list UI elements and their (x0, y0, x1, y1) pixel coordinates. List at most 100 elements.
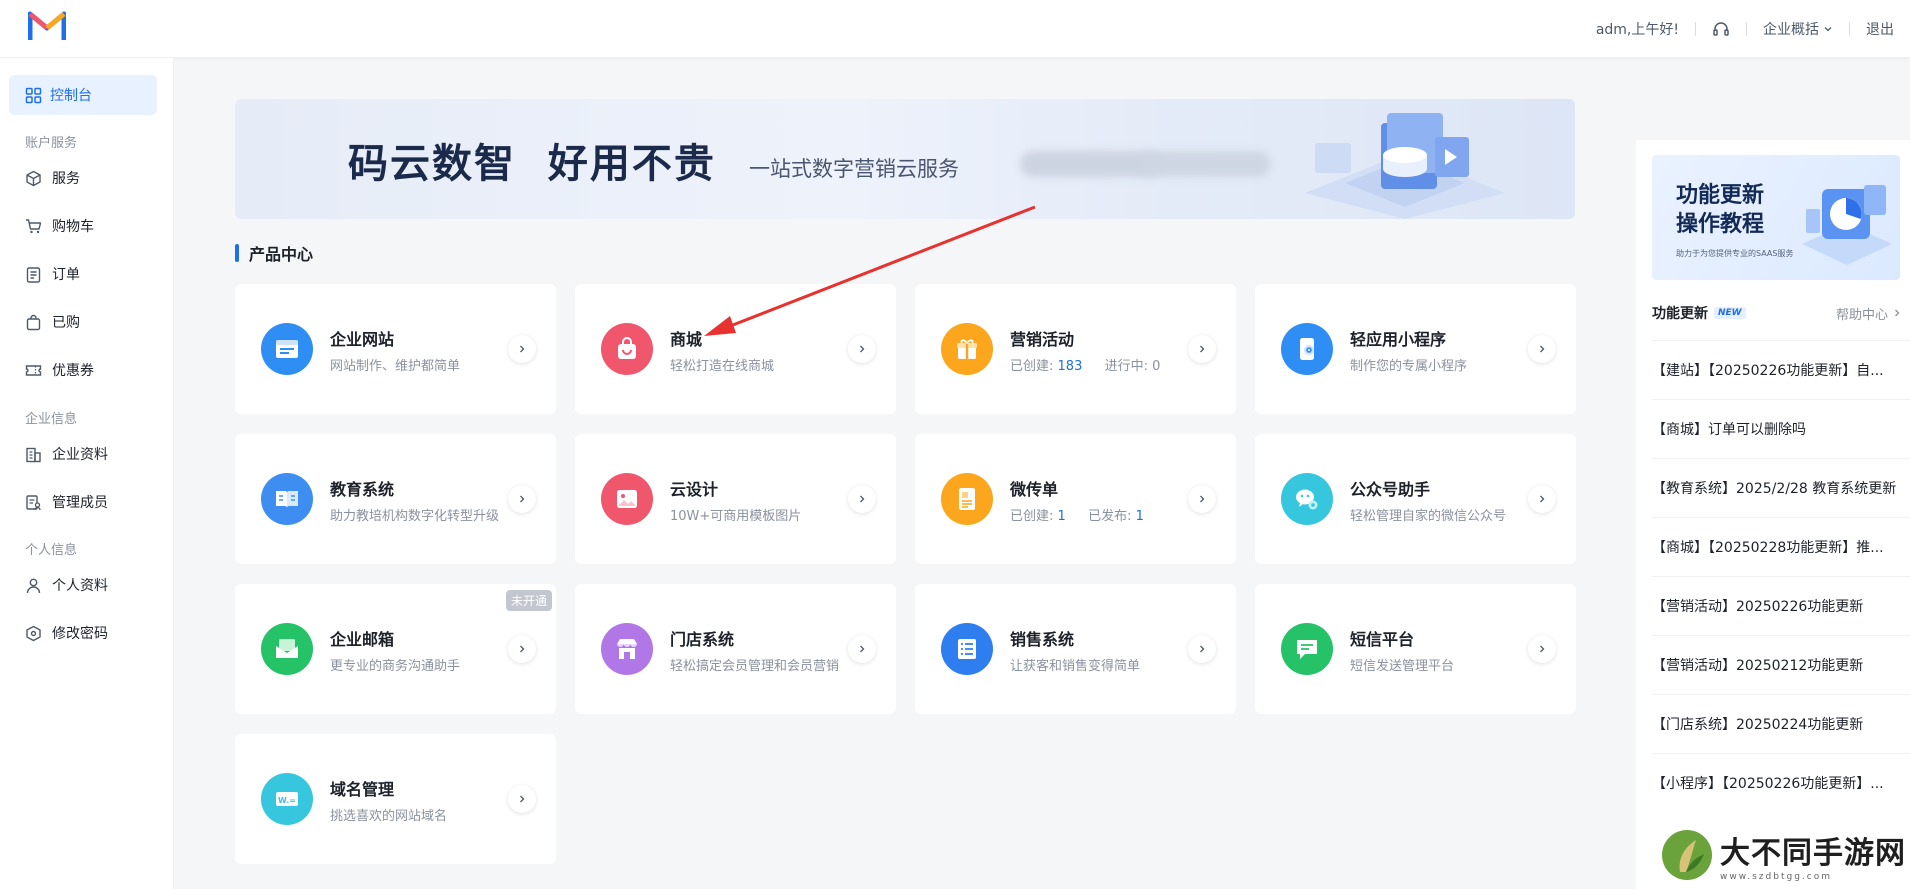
coupon-icon (25, 364, 42, 376)
tutorial-banner-subtitle: 助力于为您提供专业的SAAS服务 (1676, 249, 1794, 258)
product-card-flyer[interactable]: 微传单 已创建: 1 已发布: 1 (915, 434, 1236, 564)
chevron-right-icon[interactable] (508, 785, 536, 813)
top-header: adm,上午好! 企业概括 退出 (0, 0, 1910, 58)
domain-icon: W.= (261, 773, 313, 825)
help-center-label: 帮助中心 (1835, 307, 1888, 323)
members-icon (26, 494, 41, 510)
sidebar-item-label: 管理成员 (52, 495, 108, 511)
product-card-domain[interactable]: W.= 域名管理 挑选喜欢的网站域名 (235, 734, 556, 864)
updates-header: 功能更新 NEW 帮助中心 (1652, 303, 1902, 323)
product-card-email[interactable]: 未开通 企业邮箱 更专业的商务沟通助手 (235, 584, 556, 714)
card-title: 销售系统 (1010, 630, 1075, 649)
sidebar-item-dashboard[interactable]: 控制台 (9, 75, 157, 115)
created-count: 183 (1057, 359, 1083, 374)
sidebar-item-company-profile[interactable]: 企业资料 (25, 443, 108, 465)
section-accent-bar (235, 244, 239, 262)
chevron-right-icon[interactable] (1528, 485, 1556, 513)
message-icon (1281, 623, 1333, 675)
chevron-right-icon[interactable] (1188, 485, 1216, 513)
card-desc: 10W+可商用模板图片 (670, 509, 802, 524)
list-item[interactable]: 【教育系统】2025/2/28 教育系统更新 (1652, 458, 1910, 517)
sidebar-item-purchased[interactable]: 已购 (25, 311, 80, 333)
card-desc: 让获客和销售变得简单 (1010, 659, 1141, 674)
card-desc: 已创建: 1 已发布: 1 (1010, 505, 1144, 524)
product-card-sales[interactable]: 销售系统 让获客和销售变得简单 (915, 584, 1236, 714)
logout-button[interactable]: 退出 (1866, 19, 1894, 39)
help-center-link[interactable]: 帮助中心 (1836, 304, 1902, 323)
chevron-right-icon[interactable] (508, 335, 536, 363)
card-title: 企业网站 (330, 330, 395, 349)
product-card-mini-program[interactable]: 轻应用小程序 制作您的专属小程序 (1255, 284, 1576, 414)
card-title: 轻应用小程序 (1350, 330, 1447, 349)
wechat-icon (1281, 473, 1333, 525)
chevron-right-icon[interactable] (848, 335, 876, 363)
product-card-cloud-design[interactable]: 云设计 10W+可商用模板图片 (575, 434, 896, 564)
card-title: 域名管理 (330, 780, 395, 799)
sidebar-group-company: 企业信息 (25, 412, 78, 427)
svg-text:W.=: W.= (278, 796, 296, 805)
sidebar-item-label: 订单 (52, 267, 80, 283)
not-activated-badge: 未开通 (505, 590, 552, 611)
sidebar-item-cart[interactable]: 购物车 (25, 215, 94, 237)
card-desc: 轻松打造在线商城 (670, 359, 775, 374)
list-item[interactable]: 【营销活动】20250212功能更新 (1652, 635, 1910, 694)
flyer-icon (941, 473, 993, 525)
product-card-official-account[interactable]: 公众号助手 轻松管理自家的微信公众号 (1255, 434, 1576, 564)
list-item[interactable]: 【建站】【20250226功能更新】自... (1652, 340, 1910, 399)
sidebar-item-coupon[interactable]: 优惠券 (25, 359, 94, 381)
card-desc: 轻松搞定会员管理和会员营销 (670, 659, 840, 674)
product-card-mall[interactable]: 商城 轻松打造在线商城 (575, 284, 896, 414)
product-card-sms[interactable]: 短信平台 短信发送管理平台 (1255, 584, 1576, 714)
running-label: 进行中: (1104, 359, 1149, 374)
sidebar-item-order[interactable]: 订单 (25, 263, 80, 285)
list-item[interactable]: 【小程序】【20250226功能更新】... (1652, 753, 1910, 812)
sidebar-item-members[interactable]: 管理成员 (25, 491, 108, 513)
chevron-right-icon[interactable] (1188, 635, 1216, 663)
product-card-marketing[interactable]: 营销活动 已创建: 183 进行中: 0 (915, 284, 1236, 414)
chevron-right-icon[interactable] (508, 635, 536, 663)
book-icon (261, 473, 313, 525)
card-title: 短信平台 (1350, 630, 1415, 649)
sidebar-group-personal: 个人信息 (25, 543, 78, 558)
list-item[interactable]: 【商城】【20250228功能更新】推... (1652, 517, 1910, 576)
chevron-right-icon[interactable] (848, 635, 876, 663)
list-item[interactable]: 【营销活动】20250226功能更新 (1652, 576, 1910, 635)
headset-icon[interactable] (1712, 20, 1730, 38)
card-desc: 制作您的专属小程序 (1350, 359, 1468, 374)
promo-banner[interactable]: 码云数智 好用不贵 一站式数字营销云服务 (235, 99, 1575, 219)
chevron-right-icon[interactable] (1528, 335, 1556, 363)
password-icon (26, 625, 41, 641)
card-title: 公众号助手 (1350, 480, 1431, 499)
created-label: 已创建: (1010, 509, 1054, 524)
logo-icon[interactable] (28, 10, 66, 42)
sidebar-item-profile[interactable]: 个人资料 (25, 574, 108, 596)
product-card-education[interactable]: 教育系统 助力教培机构数字化转型升级 (235, 434, 556, 564)
sidebar-group-account: 账户服务 (25, 136, 78, 151)
watermark-logo-icon (1662, 830, 1712, 880)
card-title: 微传单 (1010, 480, 1059, 499)
list-item[interactable]: 【门店系统】20250224功能更新 (1652, 694, 1910, 753)
sidebar-item-password[interactable]: 修改密码 (25, 622, 108, 644)
chevron-right-icon[interactable] (848, 485, 876, 513)
greeting-text: adm,上午好! (1595, 22, 1679, 38)
header-divider (1695, 22, 1696, 36)
tutorial-banner[interactable]: 功能更新 操作教程 助力于为您提供专业的SAAS服务 (1652, 155, 1900, 280)
gift-icon (941, 323, 993, 375)
product-card-website[interactable]: 企业网站 网站制作、维护都简单 (235, 284, 556, 414)
shopping-bag-icon (601, 323, 653, 375)
overview-menu[interactable]: 企业概括 (1763, 19, 1833, 39)
header-divider (1849, 22, 1850, 36)
product-card-store[interactable]: 门店系统 轻松搞定会员管理和会员营销 (575, 584, 896, 714)
list-item[interactable]: 【商城】订单可以删除吗 (1652, 399, 1910, 458)
overview-label: 企业概括 (1763, 22, 1819, 38)
card-title: 企业邮箱 (330, 630, 395, 649)
sidebar-item-label: 企业资料 (52, 447, 108, 463)
sidebar-item-label: 修改密码 (52, 626, 108, 642)
chevron-right-icon[interactable] (508, 485, 536, 513)
sidebar-item-label: 优惠券 (52, 363, 94, 379)
dashboard-illustration (1802, 185, 1892, 265)
header-divider (1746, 22, 1747, 36)
chevron-right-icon[interactable] (1528, 635, 1556, 663)
sidebar-item-service[interactable]: 服务 (25, 167, 80, 189)
chevron-right-icon[interactable] (1188, 335, 1216, 363)
